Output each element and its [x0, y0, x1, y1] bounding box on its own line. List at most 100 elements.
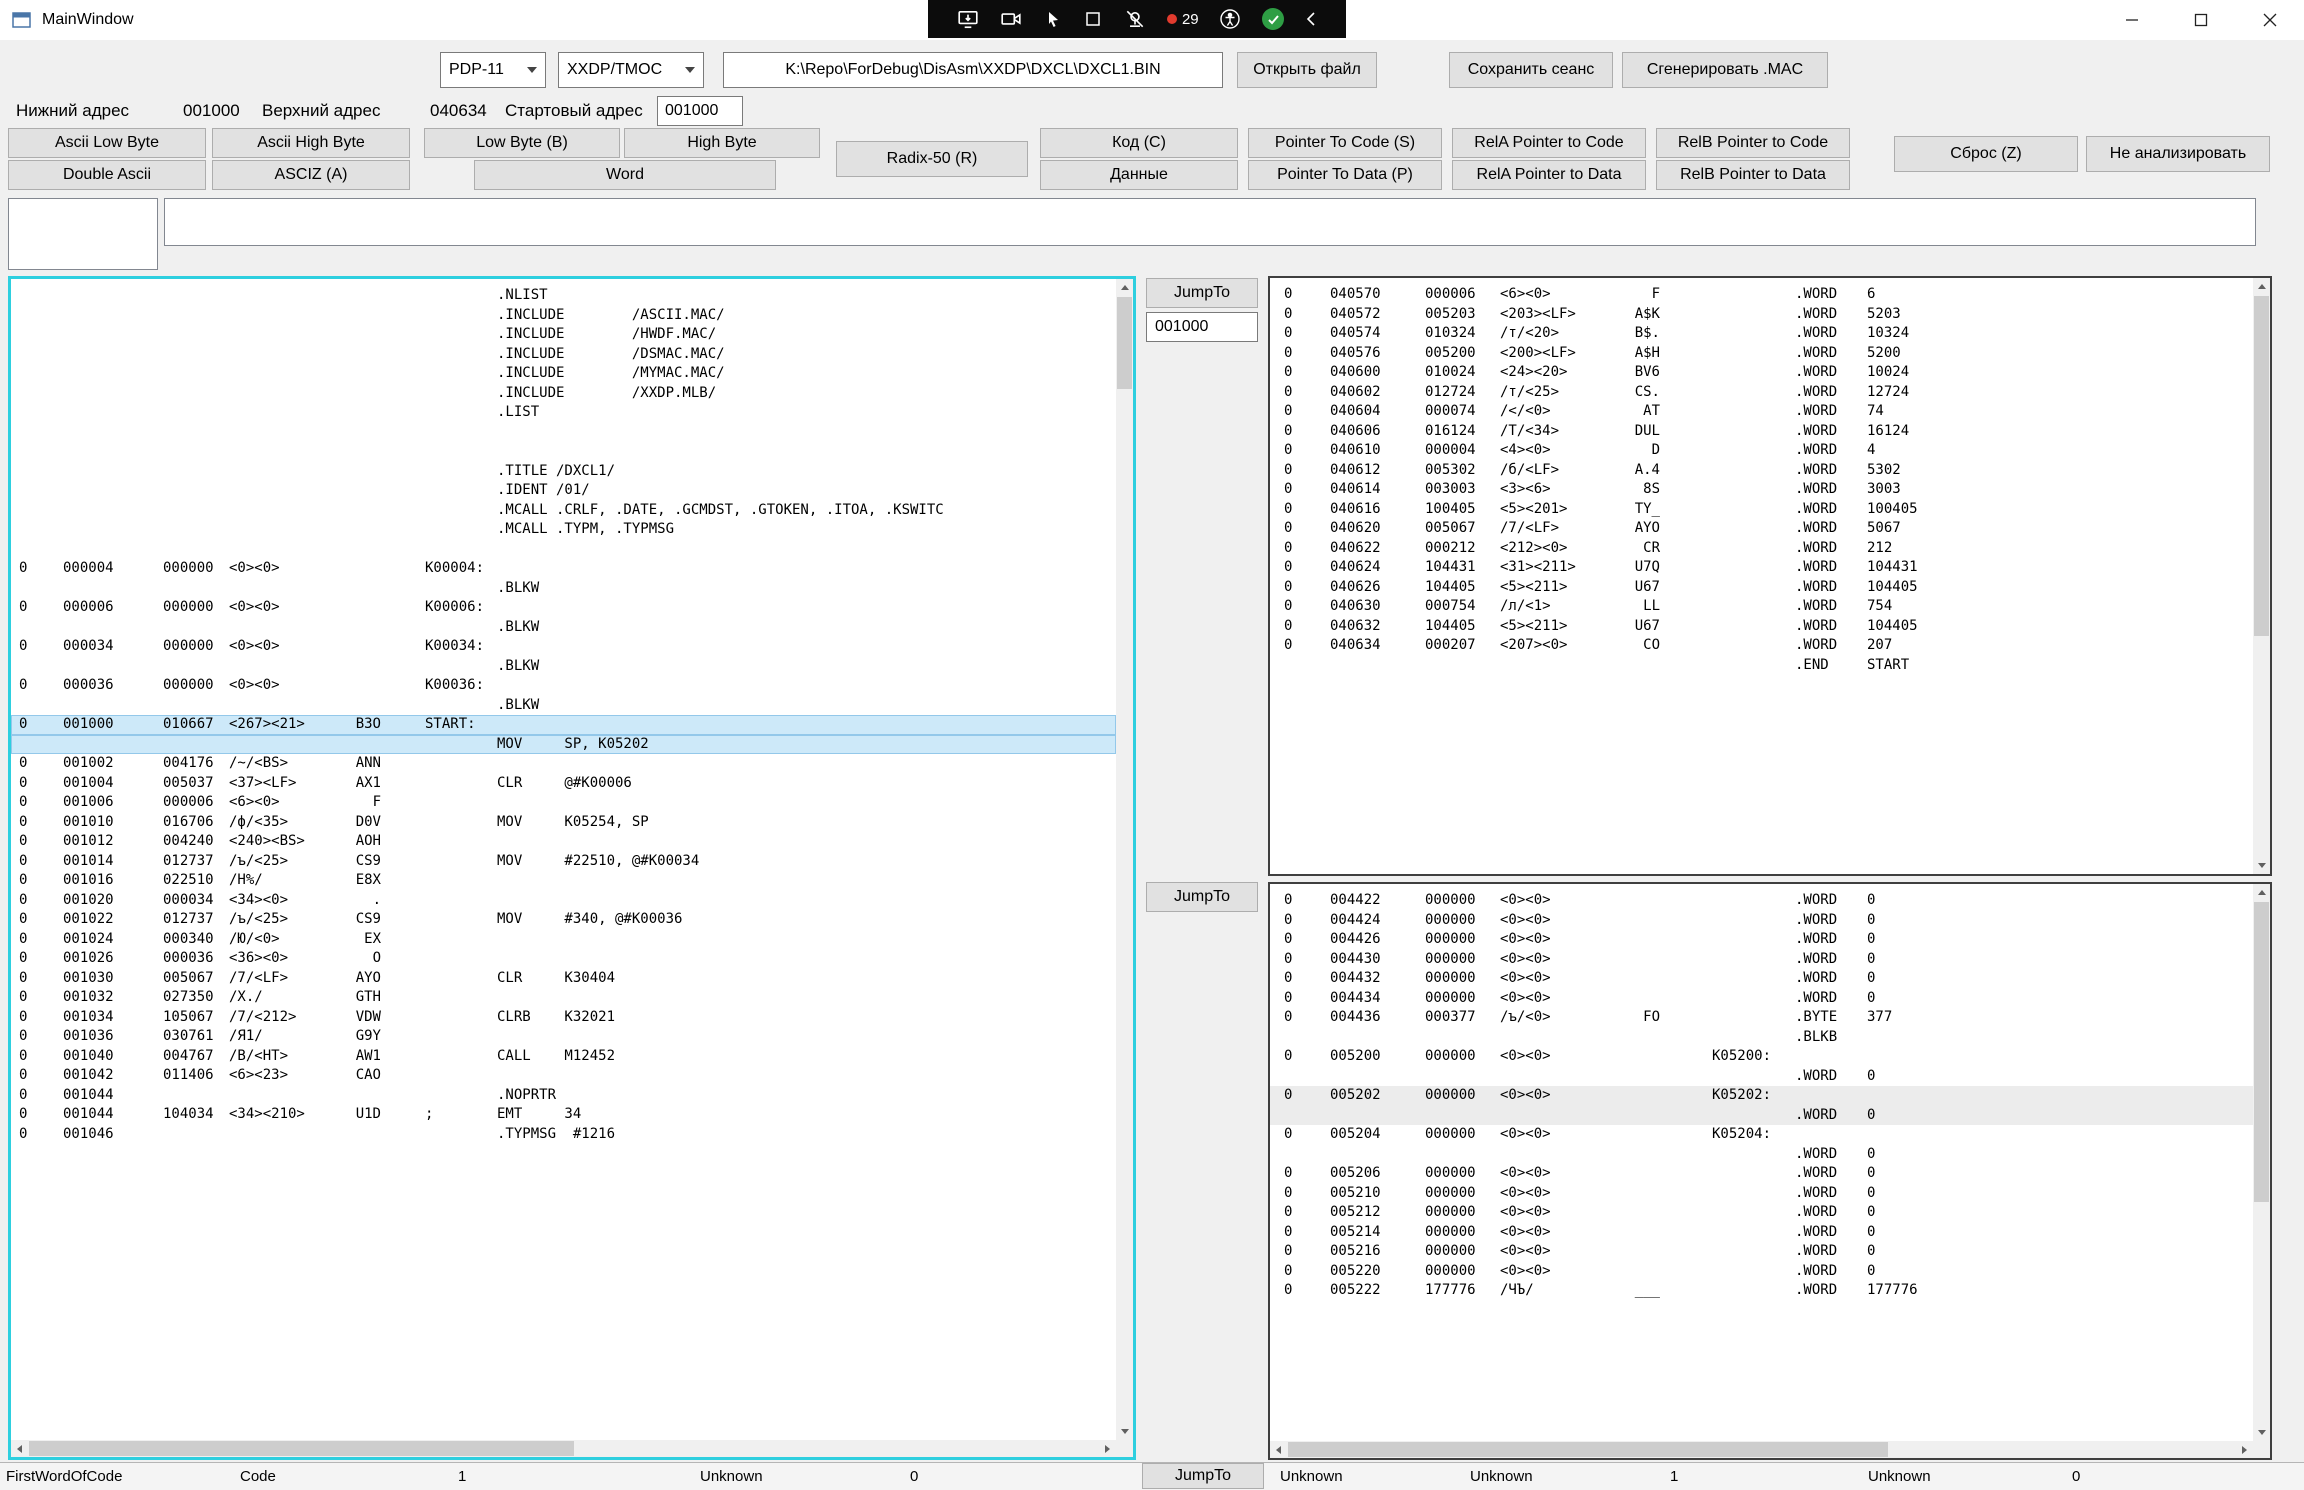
listing-row[interactable]: 0040624104431<31><211>U7Q.WORD104431 — [1270, 558, 2253, 578]
scrollbar-thumb[interactable] — [2254, 902, 2269, 1202]
listing-row[interactable]: 0040626104405<5><211>U67.WORD104405 — [1270, 578, 2253, 598]
scroll-down-arrow[interactable] — [2253, 1424, 2270, 1441]
listing-row-instruction[interactable]: .BLKW — [11, 657, 1116, 677]
listing-row[interactable]: 0005202000000<0><0>K05202: — [1270, 1086, 2253, 1106]
listing-row[interactable]: 0001040004767/В/<HT>AW1CALL M12452 — [11, 1047, 1116, 1067]
scroll-up-arrow[interactable] — [2253, 278, 2270, 295]
listing-row[interactable]: 0001024000340/Ю/<0>EX — [11, 930, 1116, 950]
right-top-vertical-scrollbar[interactable] — [2253, 278, 2270, 874]
scroll-right-arrow[interactable] — [2236, 1441, 2253, 1458]
screen-share-icon[interactable] — [957, 8, 979, 30]
listing-row[interactable]: 0040632104405<5><211>U67.WORD104405 — [1270, 617, 2253, 637]
listing-row[interactable]: 0040570000006<6><0>F.WORD6 — [1270, 285, 2253, 305]
listing-row[interactable]: 0000034000000<0><0>K00034: — [11, 637, 1116, 657]
btn-code[interactable]: Код (C) — [1040, 128, 1238, 158]
save-session-button[interactable]: Сохранить сеанс — [1449, 52, 1613, 88]
btn-relb-pointer-to-code[interactable]: RelB Pointer to Code — [1656, 128, 1850, 158]
listing-row[interactable]: 0004422000000<0><0>.WORD0 — [1270, 891, 2253, 911]
btn-data[interactable]: Данные — [1040, 160, 1238, 190]
jumpto-address-input[interactable]: 001000 — [1146, 312, 1258, 342]
listing-row[interactable]: 0004426000000<0><0>.WORD0 — [1270, 930, 2253, 950]
listing-row[interactable]: 0001046.TYPMSG #1216 — [11, 1125, 1116, 1145]
listing-row[interactable]: 0040572005203<203><LF>A$K.WORD5203 — [1270, 305, 2253, 325]
listing-row[interactable]: 0001004005037<37><LF>AX1CLR @#K00006 — [11, 774, 1116, 794]
scroll-up-arrow[interactable] — [1116, 279, 1133, 296]
data-panel-bottom-right[interactable]: 0004422000000<0><0>.WORD00004424000000<0… — [1268, 882, 2272, 1460]
data-panel-top-right[interactable]: 0040570000006<6><0>F.WORD60040572005203<… — [1268, 276, 2272, 876]
listing-row[interactable]: 0001042011406<6><23>CAO — [11, 1066, 1116, 1086]
right-bottom-vertical-scrollbar[interactable] — [2253, 884, 2270, 1441]
listing-row[interactable]: 0004434000000<0><0>.WORD0 — [1270, 989, 2253, 1009]
listing-row[interactable]: 0005216000000<0><0>.WORD0 — [1270, 1242, 2253, 1262]
generate-mac-button[interactable]: Сгенерировать .MAC — [1622, 52, 1828, 88]
btn-ascii-low-byte[interactable]: Ascii Low Byte — [8, 128, 206, 158]
listing-row[interactable]: 0004436000377/ъ/<0>FO.BYTE377 — [1270, 1008, 2253, 1028]
btn-rela-pointer-to-code[interactable]: RelA Pointer to Code — [1452, 128, 1646, 158]
listing-row[interactable]: 0001002004176/~/<BS>ANN — [11, 754, 1116, 774]
listing-row-instruction[interactable]: .WORD0 — [1270, 1145, 2253, 1165]
listing-row[interactable]: 0001016022510/H%/E8X — [11, 871, 1116, 891]
listing-row[interactable]: 0004424000000<0><0>.WORD0 — [1270, 911, 2253, 931]
listing-row[interactable]: 0040602012724/т/<25>CS..WORD12724 — [1270, 383, 2253, 403]
jumpto-button-bottom[interactable]: JumpTo — [1142, 1463, 1264, 1489]
status-check-icon[interactable] — [1262, 8, 1284, 30]
maximize-button[interactable] — [2166, 0, 2235, 40]
webcam-off-icon[interactable] — [1124, 8, 1146, 30]
listing-row[interactable]: 0001020000034<34><0>. — [11, 891, 1116, 911]
jumpto-button-top[interactable]: JumpTo — [1146, 278, 1258, 308]
listing-row-instruction[interactable]: .BLKW — [11, 618, 1116, 638]
listing-row[interactable]: .ENDSTART — [1270, 656, 2253, 676]
cpu-combobox[interactable]: PDP-11 — [440, 52, 546, 88]
listing-row[interactable]: 0005210000000<0><0>.WORD0 — [1270, 1184, 2253, 1204]
accessibility-icon[interactable] — [1219, 8, 1241, 30]
btn-word[interactable]: Word — [474, 160, 776, 190]
scroll-up-arrow[interactable] — [2253, 884, 2270, 901]
scroll-right-arrow[interactable] — [1099, 1440, 1116, 1457]
listing-row[interactable]: 0005222177776/ЧЪ/___.WORD177776 — [1270, 1281, 2253, 1301]
listing-row[interactable]: 0001006000006<6><0>F — [11, 793, 1116, 813]
file-path-input[interactable]: K:\Repo\ForDebug\DisAsm\XXDP\DXCL\DXCL1.… — [723, 52, 1223, 88]
listing-row[interactable]: 0040610000004<4><0>D.WORD4 — [1270, 441, 2253, 461]
listing-row[interactable]: 0005220000000<0><0>.WORD0 — [1270, 1262, 2253, 1282]
left-horizontal-scrollbar[interactable] — [11, 1440, 1116, 1457]
listing-row[interactable]: 0005212000000<0><0>.WORD0 — [1270, 1203, 2253, 1223]
btn-double-ascii[interactable]: Double Ascii — [8, 160, 206, 190]
listing-row[interactable]: 0001036030761/Я1/G9Y — [11, 1027, 1116, 1047]
listing-row[interactable]: 0005206000000<0><0>.WORD0 — [1270, 1164, 2253, 1184]
scrollbar-thumb[interactable] — [29, 1441, 574, 1456]
scroll-left-arrow[interactable] — [1270, 1441, 1287, 1458]
listing-row[interactable]: 0040614003003<3><6>8S.WORD3003 — [1270, 480, 2253, 500]
left-vertical-scrollbar[interactable] — [1116, 279, 1133, 1440]
label-listbox[interactable] — [8, 198, 158, 270]
listing-row[interactable]: 0005204000000<0><0>K05204: — [1270, 1125, 2253, 1145]
btn-low-byte[interactable]: Low Byte (B) — [424, 128, 620, 158]
listing-row-instruction[interactable]: .WORD0 — [1270, 1106, 2253, 1126]
listing-row[interactable]: 0040604000074/</<0>AT.WORD74 — [1270, 402, 2253, 422]
scroll-left-arrow[interactable] — [11, 1440, 28, 1457]
btn-radix50[interactable]: Radix-50 (R) — [836, 141, 1028, 177]
listing-row[interactable]: 0005214000000<0><0>.WORD0 — [1270, 1223, 2253, 1243]
scrollbar-thumb[interactable] — [1288, 1442, 1888, 1457]
listing-row[interactable]: 0040634000207<207><0>CO.WORD207 — [1270, 636, 2253, 656]
listing-row[interactable]: 0000004000000<0><0>K00004: — [11, 559, 1116, 579]
close-button[interactable] — [2235, 0, 2304, 40]
listing-row[interactable]: 0040600010024<24><20>BV6.WORD10024 — [1270, 363, 2253, 383]
listing-row-instruction[interactable]: .WORD0 — [1270, 1067, 2253, 1087]
btn-relb-pointer-to-data[interactable]: RelB Pointer to Data — [1656, 160, 1850, 190]
listing-row[interactable]: 0040574010324/т/<20>B$..WORD10324 — [1270, 324, 2253, 344]
btn-asciz[interactable]: ASCIZ (A) — [212, 160, 410, 190]
video-camera-icon[interactable] — [1000, 8, 1022, 30]
listing-row-instruction[interactable]: .BLKW — [11, 696, 1116, 716]
listing-row[interactable]: 0040576005200<200><LF>A$H.WORD5200 — [1270, 344, 2253, 364]
jumpto-button-middle[interactable]: JumpTo — [1146, 882, 1258, 912]
scrollbar-thumb[interactable] — [1117, 297, 1132, 389]
right-bottom-horizontal-scrollbar[interactable] — [1270, 1441, 2253, 1458]
listing-row[interactable]: 0001022012737/ъ/<25>CS9MOV #340, @#K0003… — [11, 910, 1116, 930]
start-address-input[interactable]: 001000 — [657, 96, 743, 126]
listing-row[interactable]: 0001030005067/7/<LF>AYOCLR K30404 — [11, 969, 1116, 989]
listing-row[interactable]: 0000006000000<0><0>K00006: — [11, 598, 1116, 618]
open-file-button[interactable]: Открыть файл — [1237, 52, 1377, 88]
scroll-down-arrow[interactable] — [1116, 1423, 1133, 1440]
listing-row[interactable]: 0004430000000<0><0>.WORD0 — [1270, 950, 2253, 970]
listing-row[interactable]: 0001000010667<267><21>B3OSTART: — [11, 715, 1116, 735]
